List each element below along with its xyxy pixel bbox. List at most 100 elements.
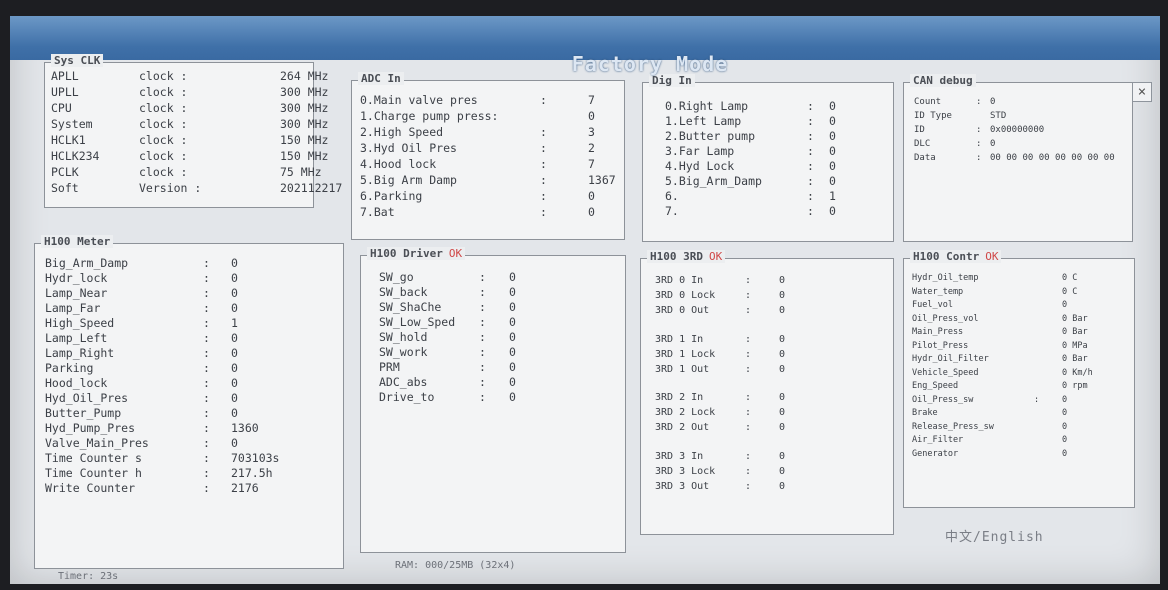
driver-value: 0	[509, 390, 516, 404]
meter-row: High_Speed: 1	[35, 316, 343, 332]
meter-name: Butter_Pump	[45, 406, 122, 420]
driver-sep: :	[479, 285, 486, 299]
driver-status-mark: OK	[448, 247, 463, 260]
contr-name: Hydr_Oil_temp	[912, 273, 979, 283]
ram-text: RAM: 000/25MB (32x4)	[395, 560, 516, 571]
sys-clk-name: System	[51, 117, 93, 131]
meter-value: 2176	[231, 481, 259, 495]
meter-panel: H100 Meter Big_Arm_Damp:0 Hydr_lock:0 Lamp…	[34, 235, 344, 569]
sys-clk-name: HCLK234	[51, 149, 100, 163]
adc-in-value: 7	[588, 157, 595, 171]
three-rd-name: 3RD 2 In	[655, 392, 704, 403]
dig-in-sep: :	[807, 174, 814, 188]
three-rd-row: 3RD 2 Out: 0	[641, 422, 893, 438]
contr-value: 0 Bar	[1062, 327, 1088, 337]
contr-value: 0 rpm	[1062, 381, 1088, 391]
meter-name: Hydr_lock	[45, 271, 108, 285]
dig-in-value: 0	[829, 114, 836, 128]
meter-value: 0	[231, 376, 238, 390]
contr-panel: H100 Contr OK Hydr_Oil_temp 0 C Water_temp 0…	[903, 250, 1135, 508]
sys-clk-value: 300 MHz	[280, 117, 329, 131]
contr-name: Eng_Speed	[912, 381, 959, 391]
driver-row: SW_Low_Sped: 0	[361, 315, 625, 331]
sys-clk-name: Soft	[51, 181, 79, 195]
three-rd-row: 3RD 1 In: 0	[641, 334, 893, 350]
adc-in-name: 3.Hyd Oil Pres	[360, 141, 457, 155]
meter-row: Lamp_Near: 0	[35, 286, 343, 302]
driver-sep: :	[479, 330, 486, 344]
driver-row: SW_go: 0	[361, 270, 625, 286]
three-rd-sep: :	[745, 333, 752, 345]
sys-clk-row: HCLK1 clock : 150 MHz	[45, 133, 328, 149]
meter-sep: :	[203, 316, 210, 330]
meter-row: Write Counter: 2176	[35, 481, 343, 497]
dig-in-value: 1	[829, 189, 836, 203]
adc-in-sep: :	[540, 157, 547, 171]
close-icon[interactable]: ×	[1132, 82, 1152, 102]
adc-in-sep: :	[540, 173, 547, 187]
dig-in-row: 1.Left Lamp: 0	[643, 114, 893, 130]
three-rd-name: 3RD 0 Out	[655, 305, 710, 316]
meter-value: 0	[231, 436, 238, 450]
sys-clk-row: UPLL clock : 300 MHz	[45, 85, 328, 101]
driver-value: 0	[509, 285, 516, 299]
meter-row: Parking: 0	[35, 361, 343, 377]
contr-value: 0 Km/h	[1062, 367, 1093, 378]
dig-in-value: 0	[829, 129, 836, 143]
dig-in-name: 5.Big_Arm_Damp	[665, 174, 762, 188]
driver-value: 0	[509, 375, 516, 389]
dig-in-name: 2.Butter pump	[665, 129, 756, 143]
can-debug-value: STD	[990, 111, 1007, 121]
three-rd-name: 3RD 3 Out	[655, 480, 710, 492]
contr-name: Hydr_Oil_Filter	[912, 354, 989, 364]
driver-value: 0	[509, 345, 516, 359]
meter-name: High_Speed	[45, 316, 115, 330]
adc-in-row: 2.High Speed: 3	[352, 125, 624, 141]
three-rd-sep: :	[745, 465, 752, 477]
meter-name: Big_Arm_Damp	[45, 256, 129, 270]
three-rd-value: 0	[779, 422, 786, 433]
dig-in-name: 0.Right Lamp	[665, 99, 749, 113]
meter-value: 703103s	[231, 451, 280, 465]
sys-clk-sep: Version :	[139, 181, 202, 195]
three-rd-title: H100 3RD OK	[647, 250, 726, 263]
adc-in-sep: :	[540, 93, 547, 107]
sys-clk-panel: Sys CLK APLL clock : 264 MHz UPLL clock : 300…	[44, 54, 342, 208]
meter-value: 0	[231, 301, 238, 315]
three-rd-panel: H100 3RD OK 3RD 0 In:0 3RD 0 Lock:0 3RD 0 O…	[640, 250, 894, 535]
adc-in-name: 2.High Speed	[360, 125, 444, 139]
can-debug-value: 00 00 00 00 00 00 00 00	[990, 153, 1115, 163]
three-rd-name: 3RD 1 Out	[655, 363, 710, 375]
dig-in-row: 5.Big_Arm_Damp: 0	[643, 174, 893, 190]
sys-clk-value: 75 MHz	[280, 165, 322, 179]
three-rd-value: 0	[779, 348, 786, 360]
sys-clk-sep: clock :	[139, 117, 188, 131]
adc-in-name: 1.Charge pump press:	[360, 109, 499, 123]
driver-name: ADC_abs	[379, 375, 428, 389]
sys-clk-value: 264 MHz	[280, 69, 329, 83]
adc-in-value: 0	[588, 205, 595, 219]
adc-in-sep: :	[540, 189, 547, 203]
dig-in-value: 0	[829, 99, 836, 113]
can-debug-sep: :	[976, 97, 982, 107]
contr-name: Brake	[912, 408, 938, 418]
driver-panel: H100 Driver OK SW_go:0 SW_back:0 SW_ShaChe:…	[360, 247, 626, 553]
language-toggle[interactable]: 中文/English	[945, 526, 1044, 545]
sys-clk-value: 202112217	[280, 181, 343, 195]
contr-value: 0 Bar	[1062, 313, 1088, 324]
driver-sep: :	[479, 375, 486, 389]
can-debug-name: ID Type	[914, 111, 952, 121]
meter-sep: :	[203, 376, 210, 390]
meter-sep: :	[203, 271, 210, 285]
three-rd-status-mark: OK	[708, 250, 723, 263]
sys-clk-name: HCLK1	[51, 133, 86, 147]
meter-name: Time Counter h	[45, 466, 142, 480]
meter-value: 0	[231, 361, 238, 375]
adc-in-name: 5.Big Arm Damp	[360, 173, 457, 187]
three-rd-sep: :	[745, 305, 752, 316]
driver-title-label: H100 Driver	[370, 247, 443, 260]
contr-status-mark: OK	[985, 250, 999, 263]
adc-in-name: 6.Parking	[360, 189, 423, 203]
sys-clk-row: Soft Version : 202112217	[45, 181, 342, 197]
driver-row: SW_hold: 0	[361, 330, 625, 346]
